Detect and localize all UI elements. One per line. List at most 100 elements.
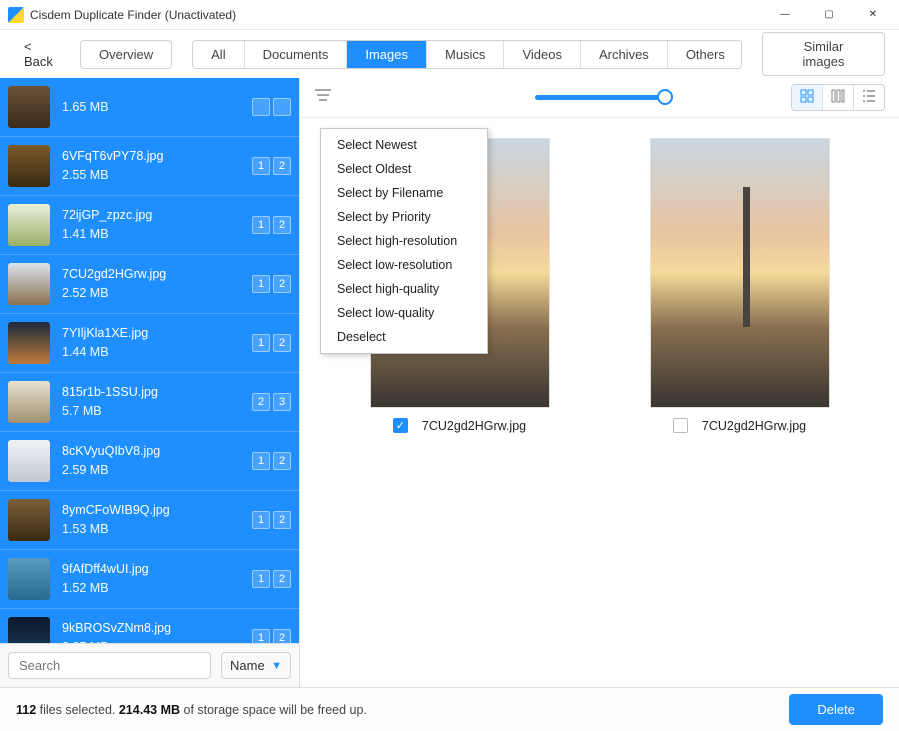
selection-context-menu: Select NewestSelect OldestSelect by File… bbox=[320, 128, 488, 354]
tab-images[interactable]: Images bbox=[347, 41, 427, 68]
maximize-button[interactable]: ▢ bbox=[807, 0, 851, 30]
preview-filename: 7CU2gd2HGrw.jpg bbox=[702, 419, 806, 433]
file-list[interactable]: 1.65 MB6VFqT6vPY78.jpg2.55 MB1272ijGP_zp… bbox=[0, 78, 299, 643]
chevron-down-icon: ▼ bbox=[271, 660, 282, 672]
file-name: 9kBROSvZNm8.jpg bbox=[62, 619, 252, 638]
count-badge: 2 bbox=[273, 334, 291, 352]
count-badges: 12 bbox=[252, 570, 291, 588]
slider-thumb[interactable] bbox=[657, 89, 673, 105]
file-size: 5.7 MB bbox=[62, 402, 252, 421]
select-checkbox[interactable] bbox=[673, 418, 688, 433]
file-row[interactable]: 1.65 MB bbox=[0, 78, 299, 137]
overview-button[interactable]: Overview bbox=[80, 40, 172, 69]
preview-image[interactable] bbox=[650, 138, 830, 408]
delete-button[interactable]: Delete bbox=[789, 694, 883, 725]
count-badges: 23 bbox=[252, 393, 291, 411]
title-bar: Cisdem Duplicate Finder (Unactivated) — … bbox=[0, 0, 899, 30]
file-name: 815r1b-1SSU.jpg bbox=[62, 383, 252, 402]
count-badge: 2 bbox=[252, 393, 270, 411]
context-menu-item[interactable]: Select by Priority bbox=[321, 205, 487, 229]
file-row[interactable]: 7CU2gd2HGrw.jpg2.52 MB12 bbox=[0, 255, 299, 314]
context-menu-item[interactable]: Select low-resolution bbox=[321, 253, 487, 277]
file-name: 8ymCFoWIB9Q.jpg bbox=[62, 501, 252, 520]
file-thumbnail bbox=[8, 381, 50, 423]
count-badge: 1 bbox=[252, 275, 270, 293]
count-badge: 2 bbox=[273, 570, 291, 588]
filter-icon[interactable] bbox=[314, 88, 332, 107]
count-badge: 1 bbox=[252, 570, 270, 588]
context-menu-item[interactable]: Select by Filename bbox=[321, 181, 487, 205]
sidebar: 1.65 MB6VFqT6vPY78.jpg2.55 MB1272ijGP_zp… bbox=[0, 78, 300, 687]
file-size: 1.65 MB bbox=[62, 98, 252, 117]
file-name: 72ijGP_zpzc.jpg bbox=[62, 206, 252, 225]
sidebar-bottom: Name ▼ bbox=[0, 643, 299, 687]
file-row[interactable]: 72ijGP_zpzc.jpg1.41 MB12 bbox=[0, 196, 299, 255]
count-badges: 12 bbox=[252, 275, 291, 293]
zoom-slider[interactable] bbox=[535, 95, 665, 100]
context-menu-item[interactable]: Select low-quality bbox=[321, 301, 487, 325]
file-row[interactable]: 7YIljKla1XE.jpg1.44 MB12 bbox=[0, 314, 299, 373]
file-info: 8ymCFoWIB9Q.jpg1.53 MB bbox=[62, 501, 252, 539]
count-badge: 2 bbox=[273, 629, 291, 643]
count-badge: 3 bbox=[273, 393, 291, 411]
sort-select[interactable]: Name ▼ bbox=[221, 652, 291, 679]
file-info: 8cKVyuQIbV8.jpg2.59 MB bbox=[62, 442, 252, 480]
file-thumbnail bbox=[8, 145, 50, 187]
close-button[interactable]: ✕ bbox=[851, 0, 895, 30]
file-thumbnail bbox=[8, 617, 50, 643]
count-badges: 12 bbox=[252, 216, 291, 234]
file-thumbnail bbox=[8, 86, 50, 128]
file-row[interactable]: 6VFqT6vPY78.jpg2.55 MB12 bbox=[0, 137, 299, 196]
file-row[interactable]: 815r1b-1SSU.jpg5.7 MB23 bbox=[0, 373, 299, 432]
file-row[interactable]: 8ymCFoWIB9Q.jpg1.53 MB12 bbox=[0, 491, 299, 550]
context-menu-item[interactable]: Select Newest bbox=[321, 133, 487, 157]
count-badge: 1 bbox=[252, 452, 270, 470]
context-menu-item[interactable]: Select high-resolution bbox=[321, 229, 487, 253]
file-size: 1.41 MB bbox=[62, 225, 252, 244]
file-row[interactable]: 9fAfDff4wUI.jpg1.52 MB12 bbox=[0, 550, 299, 609]
file-row[interactable]: 9kBROSvZNm8.jpg2.05 MB12 bbox=[0, 609, 299, 643]
file-size: 1.52 MB bbox=[62, 579, 252, 598]
similar-images-button[interactable]: Similar images bbox=[762, 32, 885, 76]
file-row[interactable]: 8cKVyuQIbV8.jpg2.59 MB12 bbox=[0, 432, 299, 491]
file-info: 7YIljKla1XE.jpg1.44 MB bbox=[62, 324, 252, 362]
file-info: 9fAfDff4wUI.jpg1.52 MB bbox=[62, 560, 252, 598]
back-button[interactable]: < Back bbox=[14, 33, 74, 75]
count-badges: 12 bbox=[252, 629, 291, 643]
sort-label: Name bbox=[230, 658, 265, 673]
category-tabs: AllDocumentsImagesMusicsVideosArchivesOt… bbox=[192, 40, 742, 69]
file-thumbnail bbox=[8, 204, 50, 246]
file-info: 6VFqT6vPY78.jpg2.55 MB bbox=[62, 147, 252, 185]
file-size: 2.55 MB bbox=[62, 166, 252, 185]
select-checkbox[interactable]: ✓ bbox=[393, 418, 408, 433]
tab-documents[interactable]: Documents bbox=[245, 41, 348, 68]
list-view-button[interactable] bbox=[854, 85, 884, 110]
file-name: 7YIljKla1XE.jpg bbox=[62, 324, 252, 343]
count-badge bbox=[273, 98, 291, 116]
file-size: 1.53 MB bbox=[62, 520, 252, 539]
count-badge: 2 bbox=[273, 216, 291, 234]
tab-videos[interactable]: Videos bbox=[504, 41, 581, 68]
context-menu-item[interactable]: Select Oldest bbox=[321, 157, 487, 181]
file-name: 6VFqT6vPY78.jpg bbox=[62, 147, 252, 166]
tab-others[interactable]: Others bbox=[668, 41, 742, 68]
count-badge: 2 bbox=[273, 511, 291, 529]
tab-archives[interactable]: Archives bbox=[581, 41, 668, 68]
context-menu-item[interactable]: Select high-quality bbox=[321, 277, 487, 301]
search-input[interactable] bbox=[8, 652, 211, 679]
window-controls: — ▢ ✕ bbox=[763, 0, 895, 30]
app-icon bbox=[8, 7, 24, 23]
tab-musics[interactable]: Musics bbox=[427, 41, 504, 68]
file-info: 9kBROSvZNm8.jpg2.05 MB bbox=[62, 619, 252, 643]
columns-view-button[interactable] bbox=[823, 85, 854, 110]
minimize-button[interactable]: — bbox=[763, 0, 807, 30]
preview-item: 7CU2gd2HGrw.jpg bbox=[630, 138, 850, 433]
context-menu-item[interactable]: Deselect bbox=[321, 325, 487, 349]
toolbar: < Back Overview AllDocumentsImagesMusics… bbox=[0, 30, 899, 78]
count-badges: 12 bbox=[252, 511, 291, 529]
count-badge: 1 bbox=[252, 157, 270, 175]
file-size: 1.44 MB bbox=[62, 343, 252, 362]
count-badge: 1 bbox=[252, 629, 270, 643]
tab-all[interactable]: All bbox=[193, 41, 244, 68]
grid-view-button[interactable] bbox=[792, 85, 823, 110]
